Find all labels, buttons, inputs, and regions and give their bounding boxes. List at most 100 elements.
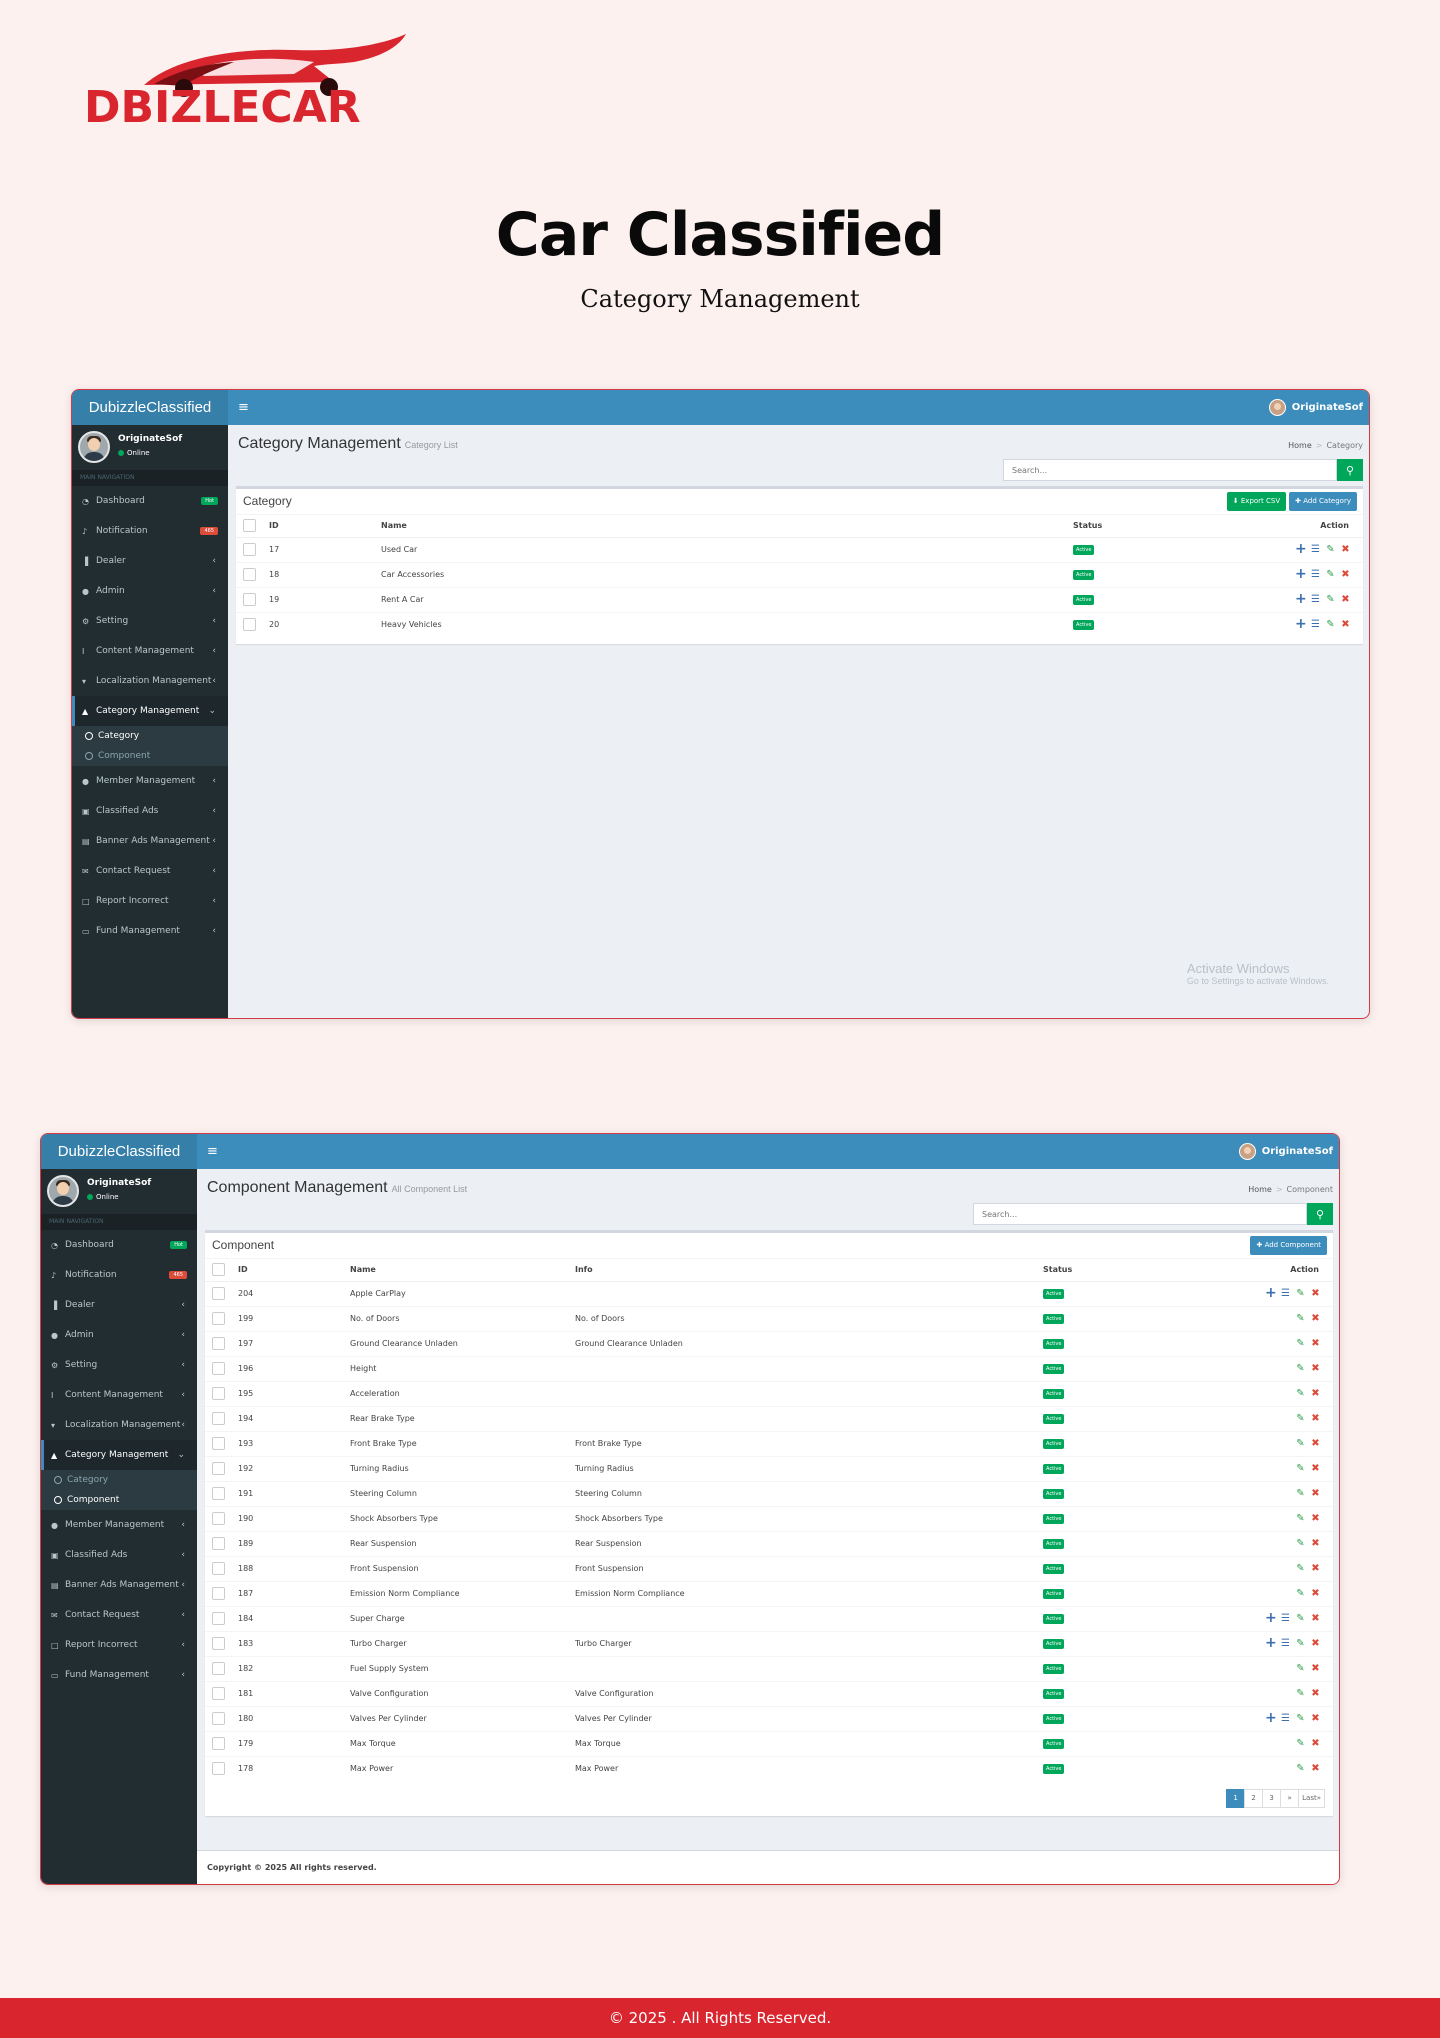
add-icon[interactable]: + xyxy=(1295,592,1307,606)
add-icon[interactable]: + xyxy=(1265,1711,1277,1725)
sidebar-item-content-management[interactable]: I Content Management ‹ xyxy=(72,636,228,666)
add-component-button[interactable]: ✚ Add Component xyxy=(1250,1236,1327,1255)
search-input[interactable] xyxy=(1003,459,1337,481)
hamburger-icon[interactable]: ≡ xyxy=(238,390,249,425)
sidebar-item-notification[interactable]: ♪ Notification 465 xyxy=(41,1260,197,1290)
breadcrumb-home[interactable]: Home xyxy=(1288,441,1312,450)
sidebar-subitem-component[interactable]: Component xyxy=(72,746,228,766)
trash-icon[interactable]: ✖ xyxy=(1340,594,1351,605)
edit-icon[interactable]: ✎ xyxy=(1295,1588,1306,1599)
edit-icon[interactable]: ✎ xyxy=(1295,1563,1306,1574)
edit-icon[interactable]: ✎ xyxy=(1295,1288,1306,1299)
trash-icon[interactable]: ✖ xyxy=(1310,1738,1321,1749)
sidebar-item-dashboard[interactable]: ◔ Dashboard Hot xyxy=(72,486,228,516)
row-checkbox[interactable] xyxy=(243,568,256,581)
sidebar-item-localization-management[interactable]: ▾ Localization Management ‹ xyxy=(41,1410,197,1440)
trash-icon[interactable]: ✖ xyxy=(1310,1438,1321,1449)
sidebar-subitem-category[interactable]: Category xyxy=(72,726,228,746)
trash-icon[interactable]: ✖ xyxy=(1310,1538,1321,1549)
row-checkbox[interactable] xyxy=(212,1712,225,1725)
user-menu[interactable]: OriginateSof xyxy=(1238,1134,1333,1169)
list-icon[interactable]: ☰ xyxy=(1280,1713,1291,1724)
edit-icon[interactable]: ✎ xyxy=(1295,1663,1306,1674)
breadcrumb-home[interactable]: Home xyxy=(1248,1185,1272,1194)
list-icon[interactable]: ☰ xyxy=(1280,1638,1291,1649)
row-checkbox[interactable] xyxy=(212,1287,225,1300)
search-button[interactable]: ⚲ xyxy=(1337,459,1363,481)
row-checkbox[interactable] xyxy=(212,1362,225,1375)
select-all-checkbox[interactable] xyxy=(212,1263,225,1277)
page-link[interactable]: » xyxy=(1280,1789,1300,1808)
sidebar-item-fund-management[interactable]: ▭ Fund Management ‹ xyxy=(41,1660,197,1690)
row-checkbox[interactable] xyxy=(243,543,256,556)
sidebar-item-banner-ads-management[interactable]: ▤ Banner Ads Management ‹ xyxy=(72,826,228,856)
add-icon[interactable]: + xyxy=(1265,1636,1277,1650)
row-checkbox[interactable] xyxy=(212,1387,225,1400)
sidebar-item-category-management[interactable]: ▲ Category Management ⌄ xyxy=(72,696,228,726)
edit-icon[interactable]: ✎ xyxy=(1325,594,1336,605)
search-input[interactable] xyxy=(973,1203,1307,1225)
trash-icon[interactable]: ✖ xyxy=(1340,569,1351,580)
sidebar-item-report-incorrect[interactable]: □ Report Incorrect ‹ xyxy=(72,886,228,916)
row-checkbox[interactable] xyxy=(212,1462,225,1475)
edit-icon[interactable]: ✎ xyxy=(1295,1463,1306,1474)
edit-icon[interactable]: ✎ xyxy=(1295,1313,1306,1324)
trash-icon[interactable]: ✖ xyxy=(1310,1338,1321,1349)
sidebar-item-setting[interactable]: ⚙ Setting ‹ xyxy=(72,606,228,636)
sidebar-item-dealer[interactable]: ▐ Dealer ‹ xyxy=(72,546,228,576)
row-checkbox[interactable] xyxy=(212,1737,225,1750)
sidebar-subitem-component[interactable]: Component xyxy=(41,1490,197,1510)
add-category-button[interactable]: ✚ Add Category xyxy=(1289,492,1357,511)
sidebar-item-classified-ads[interactable]: ▣ Classified Ads ‹ xyxy=(41,1540,197,1570)
list-icon[interactable]: ☰ xyxy=(1280,1288,1291,1299)
export-csv-button[interactable]: ⬇ Export CSV xyxy=(1226,492,1287,511)
sidebar-subitem-category[interactable]: Category xyxy=(41,1470,197,1490)
row-checkbox[interactable] xyxy=(212,1487,225,1500)
row-checkbox[interactable] xyxy=(212,1537,225,1550)
row-checkbox[interactable] xyxy=(212,1512,225,1525)
edit-icon[interactable]: ✎ xyxy=(1295,1613,1306,1624)
edit-icon[interactable]: ✎ xyxy=(1295,1413,1306,1424)
edit-icon[interactable]: ✎ xyxy=(1295,1713,1306,1724)
sidebar-item-member-management[interactable]: ● Member Management ‹ xyxy=(41,1510,197,1540)
edit-icon[interactable]: ✎ xyxy=(1295,1388,1306,1399)
sidebar-item-admin[interactable]: ● Admin ‹ xyxy=(41,1320,197,1350)
user-menu[interactable]: OriginateSof xyxy=(1268,390,1363,425)
trash-icon[interactable]: ✖ xyxy=(1310,1588,1321,1599)
row-checkbox[interactable] xyxy=(212,1662,225,1675)
page-link[interactable]: 1 xyxy=(1226,1789,1246,1808)
sidebar-item-classified-ads[interactable]: ▣ Classified Ads ‹ xyxy=(72,796,228,826)
row-checkbox[interactable] xyxy=(212,1437,225,1450)
edit-icon[interactable]: ✎ xyxy=(1295,1338,1306,1349)
list-icon[interactable]: ☰ xyxy=(1310,619,1321,630)
edit-icon[interactable]: ✎ xyxy=(1295,1363,1306,1374)
brand-logo[interactable]: DubizzleClassified xyxy=(41,1134,197,1169)
trash-icon[interactable]: ✖ xyxy=(1340,544,1351,555)
page-link[interactable]: 2 xyxy=(1244,1789,1264,1808)
sidebar-item-report-incorrect[interactable]: □ Report Incorrect ‹ xyxy=(41,1630,197,1660)
list-icon[interactable]: ☰ xyxy=(1280,1613,1291,1624)
sidebar-item-localization-management[interactable]: ▾ Localization Management ‹ xyxy=(72,666,228,696)
sidebar-item-banner-ads-management[interactable]: ▤ Banner Ads Management ‹ xyxy=(41,1570,197,1600)
select-all-checkbox[interactable] xyxy=(243,519,256,533)
trash-icon[interactable]: ✖ xyxy=(1310,1713,1321,1724)
row-checkbox[interactable] xyxy=(212,1762,225,1776)
sidebar-item-dashboard[interactable]: ◔ Dashboard Hot xyxy=(41,1230,197,1260)
add-icon[interactable]: + xyxy=(1295,617,1307,631)
edit-icon[interactable]: ✎ xyxy=(1295,1638,1306,1649)
trash-icon[interactable]: ✖ xyxy=(1310,1688,1321,1699)
trash-icon[interactable]: ✖ xyxy=(1310,1288,1321,1299)
sidebar-item-dealer[interactable]: ▐ Dealer ‹ xyxy=(41,1290,197,1320)
edit-icon[interactable]: ✎ xyxy=(1295,1488,1306,1499)
row-checkbox[interactable] xyxy=(212,1412,225,1425)
page-link[interactable]: Last» xyxy=(1298,1789,1325,1808)
edit-icon[interactable]: ✎ xyxy=(1295,1763,1306,1774)
trash-icon[interactable]: ✖ xyxy=(1310,1513,1321,1524)
edit-icon[interactable]: ✎ xyxy=(1295,1738,1306,1749)
trash-icon[interactable]: ✖ xyxy=(1310,1313,1321,1324)
edit-icon[interactable]: ✎ xyxy=(1295,1438,1306,1449)
trash-icon[interactable]: ✖ xyxy=(1310,1388,1321,1399)
row-checkbox[interactable] xyxy=(212,1687,225,1700)
list-icon[interactable]: ☰ xyxy=(1310,594,1321,605)
sidebar-item-setting[interactable]: ⚙ Setting ‹ xyxy=(41,1350,197,1380)
